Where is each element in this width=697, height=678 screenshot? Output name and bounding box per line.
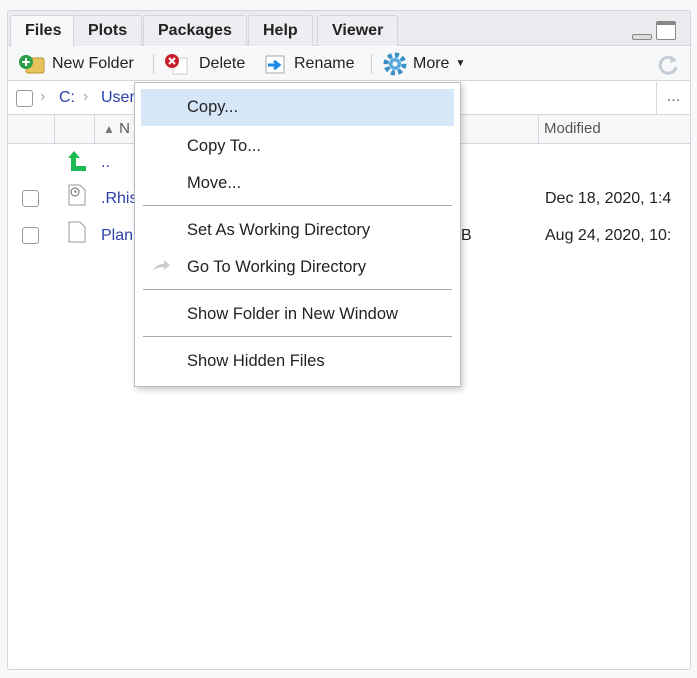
breadcrumb-c[interactable]: C: bbox=[59, 89, 75, 107]
tab-viewer[interactable]: Viewer bbox=[317, 15, 399, 46]
tab-files[interactable]: Files bbox=[10, 15, 77, 47]
more-button[interactable]: More ▼ bbox=[383, 52, 466, 76]
parent-folder-link[interactable]: .. bbox=[101, 154, 110, 172]
menu-item-copy-to[interactable]: Copy To... bbox=[141, 128, 454, 165]
tab-plots[interactable]: Plots bbox=[73, 15, 143, 46]
rename-icon bbox=[265, 55, 285, 74]
menu-item-copy[interactable]: Copy... bbox=[141, 89, 454, 126]
tab-packages[interactable]: Packages bbox=[143, 15, 247, 46]
history-file-icon bbox=[68, 184, 86, 206]
menu-divider bbox=[143, 336, 452, 337]
breadcrumb-users[interactable]: User bbox=[101, 89, 135, 107]
file-link[interactable]: Plan bbox=[101, 227, 133, 245]
delete-button[interactable]: Delete bbox=[163, 53, 245, 75]
more-dropdown-menu: Copy... Copy To... Move... Set As Workin… bbox=[134, 82, 461, 387]
go-to-arrow-icon bbox=[153, 260, 170, 271]
minimize-icon[interactable] bbox=[632, 34, 652, 40]
tab-help[interactable]: Help bbox=[248, 15, 313, 46]
up-arrow-icon[interactable] bbox=[64, 150, 88, 172]
new-folder-button[interactable]: New Folder bbox=[18, 53, 134, 75]
file-link[interactable]: .Rhis bbox=[101, 190, 137, 208]
chevron-right-icon: › bbox=[40, 88, 46, 105]
sort-up-icon: ▲ bbox=[103, 122, 115, 136]
modified-column-header[interactable]: Modified bbox=[538, 115, 690, 144]
toolbar: New Folder Delete Rename More ▼ bbox=[8, 47, 690, 81]
row-checkbox[interactable] bbox=[22, 190, 39, 207]
new-folder-icon bbox=[19, 55, 45, 74]
menu-divider bbox=[143, 205, 452, 206]
select-all-checkbox[interactable] bbox=[16, 90, 33, 107]
chevron-right-icon: › bbox=[83, 88, 89, 105]
menu-item-show-folder-new-window[interactable]: Show Folder in New Window bbox=[141, 296, 454, 333]
menu-item-set-working-directory[interactable]: Set As Working Directory bbox=[141, 212, 454, 249]
modified-value: Aug 24, 2020, 10: bbox=[545, 227, 672, 244]
menu-item-move[interactable]: Move... bbox=[141, 165, 454, 202]
menu-item-go-to-working-directory[interactable]: Go To Working Directory bbox=[141, 249, 454, 286]
tab-bar: Files Plots Packages Help Viewer bbox=[8, 11, 690, 47]
more-path-button[interactable]: ... bbox=[656, 82, 690, 114]
file-icon bbox=[68, 221, 86, 243]
size-value: B bbox=[461, 227, 472, 244]
modified-value: Dec 18, 2020, 1:4 bbox=[545, 190, 672, 207]
menu-divider bbox=[143, 289, 452, 290]
maximize-icon[interactable] bbox=[656, 21, 676, 40]
gear-icon bbox=[383, 52, 407, 76]
rename-button[interactable]: Rename bbox=[264, 53, 354, 75]
refresh-icon[interactable] bbox=[656, 53, 680, 77]
menu-item-show-hidden-files[interactable]: Show Hidden Files bbox=[141, 343, 454, 380]
row-checkbox[interactable] bbox=[22, 227, 39, 244]
caret-down-icon: ▼ bbox=[455, 58, 466, 69]
delete-icon bbox=[165, 54, 188, 75]
